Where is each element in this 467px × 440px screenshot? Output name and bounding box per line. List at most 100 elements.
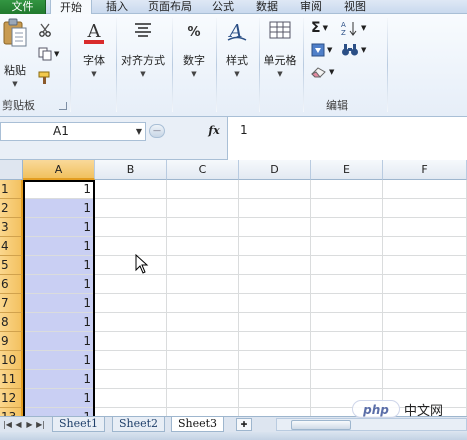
copy-button[interactable]: ▼ bbox=[38, 46, 68, 62]
cell[interactable] bbox=[311, 218, 383, 237]
cell[interactable] bbox=[95, 275, 167, 294]
cell[interactable] bbox=[383, 332, 467, 351]
row-header[interactable]: 1 bbox=[0, 180, 23, 199]
cell[interactable] bbox=[167, 370, 239, 389]
cell[interactable] bbox=[383, 313, 467, 332]
name-box[interactable]: A1 ▼ bbox=[0, 122, 146, 141]
cell[interactable] bbox=[383, 294, 467, 313]
cell[interactable] bbox=[311, 313, 383, 332]
cell[interactable]: 1 bbox=[23, 256, 95, 275]
paste-button[interactable]: 粘贴 ▼ bbox=[0, 18, 30, 96]
cell[interactable] bbox=[95, 294, 167, 313]
font-button[interactable]: A 字体 ▼ bbox=[74, 18, 114, 96]
column-header-b[interactable]: B bbox=[95, 160, 167, 180]
next-sheet-icon[interactable]: ▶ bbox=[24, 418, 35, 431]
clear-button[interactable]: ▼ bbox=[311, 64, 341, 80]
cell[interactable] bbox=[95, 237, 167, 256]
cell[interactable] bbox=[167, 332, 239, 351]
cell[interactable] bbox=[95, 256, 167, 275]
cell[interactable]: 1 bbox=[23, 294, 95, 313]
column-header-e[interactable]: E bbox=[311, 160, 383, 180]
cell[interactable]: 1 bbox=[23, 199, 95, 218]
cell[interactable] bbox=[239, 408, 311, 416]
column-header-a[interactable]: A bbox=[23, 160, 95, 180]
column-header-d[interactable]: D bbox=[239, 160, 311, 180]
row-header[interactable]: 10 bbox=[0, 351, 23, 370]
sheet-tab-2[interactable]: Sheet2 bbox=[112, 417, 166, 432]
cell[interactable] bbox=[239, 237, 311, 256]
tab-home[interactable]: 开始 bbox=[50, 0, 92, 15]
cell[interactable] bbox=[95, 313, 167, 332]
cell[interactable] bbox=[239, 389, 311, 408]
row-header[interactable]: 8 bbox=[0, 313, 23, 332]
cell[interactable] bbox=[311, 237, 383, 256]
prev-sheet-icon[interactable]: ◀ bbox=[13, 418, 24, 431]
cell[interactable] bbox=[311, 351, 383, 370]
cell[interactable] bbox=[383, 256, 467, 275]
row-header[interactable]: 2 bbox=[0, 199, 23, 218]
cell[interactable] bbox=[167, 256, 239, 275]
cell[interactable] bbox=[383, 351, 467, 370]
cell[interactable] bbox=[95, 408, 167, 416]
cell[interactable] bbox=[239, 313, 311, 332]
cell[interactable] bbox=[167, 313, 239, 332]
cell[interactable] bbox=[95, 180, 167, 199]
alignment-button[interactable]: 对齐方式 ▼ bbox=[118, 18, 168, 96]
row-header[interactable]: 5 bbox=[0, 256, 23, 275]
cell[interactable] bbox=[239, 218, 311, 237]
cell[interactable] bbox=[311, 370, 383, 389]
cell[interactable]: 1 bbox=[23, 370, 95, 389]
cell[interactable] bbox=[167, 408, 239, 416]
cell[interactable] bbox=[239, 256, 311, 275]
cell[interactable] bbox=[311, 180, 383, 199]
cut-button[interactable] bbox=[38, 22, 68, 38]
cell[interactable] bbox=[239, 180, 311, 199]
tab-formulas[interactable]: 公式 bbox=[206, 0, 240, 14]
cell[interactable] bbox=[311, 256, 383, 275]
cell[interactable]: 1 bbox=[23, 389, 95, 408]
sheet-tab-3[interactable]: Sheet3 bbox=[171, 417, 225, 432]
cell[interactable] bbox=[95, 199, 167, 218]
cell[interactable] bbox=[311, 275, 383, 294]
autosum-button[interactable]: Σ ▼ bbox=[311, 20, 341, 36]
cell[interactable] bbox=[239, 294, 311, 313]
column-header-c[interactable]: C bbox=[167, 160, 239, 180]
cell[interactable] bbox=[239, 332, 311, 351]
cell[interactable] bbox=[167, 351, 239, 370]
cell[interactable] bbox=[239, 275, 311, 294]
row-header[interactable]: 13 bbox=[0, 408, 23, 416]
row-header[interactable]: 11 bbox=[0, 370, 23, 389]
find-select-button[interactable]: ▼ bbox=[341, 42, 371, 58]
row-header[interactable]: 12 bbox=[0, 389, 23, 408]
cell[interactable] bbox=[167, 294, 239, 313]
cell[interactable] bbox=[167, 389, 239, 408]
cell[interactable] bbox=[383, 275, 467, 294]
row-header[interactable]: 9 bbox=[0, 332, 23, 351]
cell[interactable]: 1 bbox=[23, 218, 95, 237]
cell[interactable] bbox=[311, 199, 383, 218]
cell[interactable] bbox=[167, 275, 239, 294]
cell[interactable] bbox=[95, 370, 167, 389]
tab-file[interactable]: 文件 bbox=[0, 0, 46, 14]
horizontal-scroll-thumb[interactable] bbox=[291, 420, 351, 430]
clipboard-dialog-launcher-icon[interactable] bbox=[59, 102, 67, 110]
cell[interactable]: 1 bbox=[23, 275, 95, 294]
tab-review[interactable]: 审阅 bbox=[294, 0, 328, 14]
cell[interactable] bbox=[95, 351, 167, 370]
cell[interactable] bbox=[167, 237, 239, 256]
insert-sheet-icon[interactable]: ✚ bbox=[236, 418, 252, 431]
cell[interactable] bbox=[239, 199, 311, 218]
cells-button[interactable]: 单元格 ▼ bbox=[260, 18, 300, 96]
cell[interactable] bbox=[383, 370, 467, 389]
insert-function-button[interactable]: fx bbox=[205, 123, 223, 139]
sheet-tab-1[interactable]: Sheet1 bbox=[52, 417, 106, 432]
cell[interactable] bbox=[167, 180, 239, 199]
row-header[interactable]: 4 bbox=[0, 237, 23, 256]
row-header[interactable]: 6 bbox=[0, 275, 23, 294]
number-format-button[interactable]: % 数字 ▼ bbox=[174, 18, 214, 96]
cell[interactable] bbox=[383, 237, 467, 256]
sort-filter-button[interactable]: A Z ▼ bbox=[341, 20, 371, 36]
cell[interactable] bbox=[383, 218, 467, 237]
cell[interactable]: 1 bbox=[23, 408, 95, 416]
cell[interactable] bbox=[311, 294, 383, 313]
